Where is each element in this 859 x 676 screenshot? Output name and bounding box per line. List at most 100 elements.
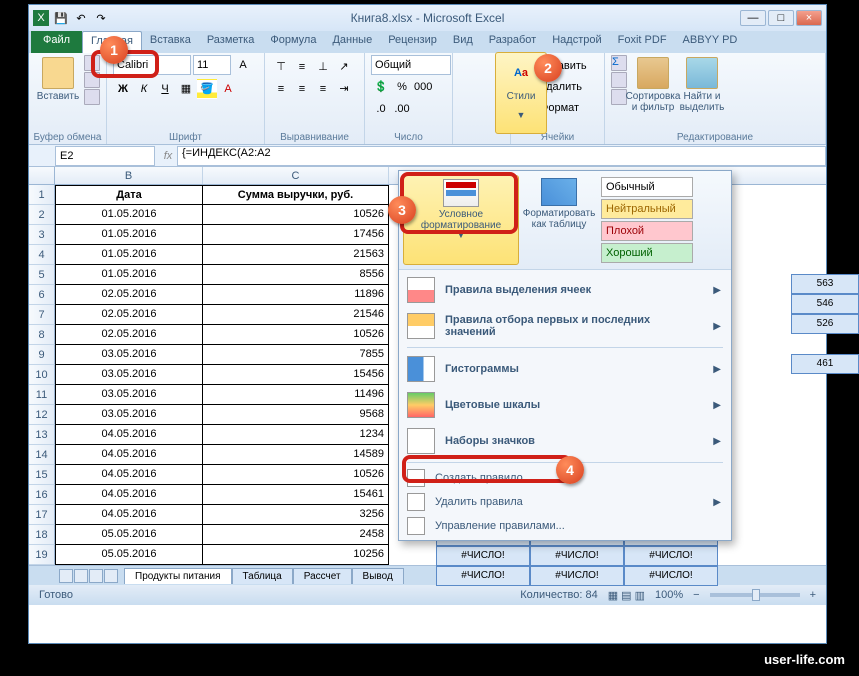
bold-button[interactable]: Ж xyxy=(113,79,133,99)
sheet-tab[interactable]: Таблица xyxy=(232,568,293,584)
menu-manage-rules[interactable]: Управление правилами... xyxy=(401,514,729,538)
data-cell[interactable]: 10526 xyxy=(203,205,389,225)
data-cell[interactable]: 15456 xyxy=(203,365,389,385)
tab-addins[interactable]: Надстрой xyxy=(544,31,609,53)
tab-insert[interactable]: Вставка xyxy=(142,31,199,53)
row-header[interactable]: 6 xyxy=(29,285,55,305)
row-header[interactable]: 13 xyxy=(29,425,55,445)
file-tab[interactable]: Файл xyxy=(31,31,82,53)
tab-foxit[interactable]: Foxit PDF xyxy=(610,31,675,53)
formula-bar[interactable]: {=ИНДЕКС(A2:A2 xyxy=(177,146,826,166)
style-bad[interactable]: Плохой xyxy=(601,221,693,241)
zoom-thumb[interactable] xyxy=(752,589,760,601)
view-buttons[interactable]: ▦ ▤ ▥ xyxy=(608,589,645,602)
decrease-decimal-icon[interactable]: .00 xyxy=(392,99,412,119)
menu-icon-sets[interactable]: Наборы значков▶ xyxy=(401,423,729,459)
row-header[interactable]: 2 xyxy=(29,205,55,225)
sheet-nav-next[interactable] xyxy=(89,569,103,583)
data-cell[interactable]: 10526 xyxy=(203,325,389,345)
data-cell[interactable]: 05.05.2016 xyxy=(55,525,203,545)
data-cell[interactable]: 14589 xyxy=(203,445,389,465)
fill-icon[interactable] xyxy=(611,72,627,88)
format-as-table-button[interactable]: Форматировать как таблицу xyxy=(523,175,595,265)
minimize-button[interactable]: — xyxy=(740,10,766,26)
data-cell[interactable]: 04.05.2016 xyxy=(55,465,203,485)
sheet-tab[interactable]: Рассчет xyxy=(293,568,352,584)
font-color-button[interactable]: A xyxy=(218,79,238,99)
data-cell[interactable]: 21563 xyxy=(203,245,389,265)
data-cell[interactable]: 01.05.2016 xyxy=(55,205,203,225)
fx-icon[interactable]: fx xyxy=(159,150,177,162)
row-header[interactable]: 18 xyxy=(29,525,55,545)
data-cell[interactable]: 10256 xyxy=(203,545,389,565)
fill-color-button[interactable]: 🪣 xyxy=(197,79,217,99)
zoom-in-button[interactable]: + xyxy=(810,589,816,601)
data-cell[interactable]: 02.05.2016 xyxy=(55,305,203,325)
col-header-C[interactable]: C xyxy=(203,167,389,184)
data-cell[interactable]: 04.05.2016 xyxy=(55,505,203,525)
font-size-combo[interactable] xyxy=(193,55,231,75)
data-cell[interactable]: 1234 xyxy=(203,425,389,445)
row-header[interactable]: 3 xyxy=(29,225,55,245)
row-header[interactable]: 5 xyxy=(29,265,55,285)
data-cell[interactable]: 01.05.2016 xyxy=(55,265,203,285)
select-all-corner[interactable] xyxy=(29,167,55,184)
increase-decimal-icon[interactable]: .0 xyxy=(371,99,391,119)
underline-button[interactable]: Ч xyxy=(155,79,175,99)
header-cell[interactable]: Дата xyxy=(55,185,203,205)
row-header[interactable]: 17 xyxy=(29,505,55,525)
style-good[interactable]: Хороший xyxy=(601,243,693,263)
data-cell[interactable]: 10526 xyxy=(203,465,389,485)
data-cell[interactable]: 01.05.2016 xyxy=(55,225,203,245)
copy-icon[interactable] xyxy=(84,72,100,88)
sheet-nav-first[interactable] xyxy=(59,569,73,583)
data-cell[interactable]: 02.05.2016 xyxy=(55,325,203,345)
menu-data-bars[interactable]: Гистограммы▶ xyxy=(401,351,729,387)
undo-icon[interactable]: ↶ xyxy=(73,10,89,26)
data-cell[interactable]: 15461 xyxy=(203,485,389,505)
menu-highlight-rules[interactable]: Правила выделения ячеек▶ xyxy=(401,272,729,308)
number-format-combo[interactable] xyxy=(371,55,451,75)
increase-font-icon[interactable]: A xyxy=(233,55,253,75)
tab-layout[interactable]: Разметка xyxy=(199,31,263,53)
data-cell[interactable]: 02.05.2016 xyxy=(55,285,203,305)
row-header[interactable]: 9 xyxy=(29,345,55,365)
data-cell[interactable]: 8556 xyxy=(203,265,389,285)
currency-icon[interactable]: 💲 xyxy=(371,77,391,97)
data-cell[interactable]: 03.05.2016 xyxy=(55,365,203,385)
data-cell[interactable]: 2458 xyxy=(203,525,389,545)
data-cell[interactable]: 17456 xyxy=(203,225,389,245)
tab-formulas[interactable]: Формула xyxy=(262,31,324,53)
data-cell[interactable]: 04.05.2016 xyxy=(55,425,203,445)
sheet-nav-prev[interactable] xyxy=(74,569,88,583)
data-cell[interactable]: 11896 xyxy=(203,285,389,305)
data-cell[interactable]: 03.05.2016 xyxy=(55,405,203,425)
row-header[interactable]: 8 xyxy=(29,325,55,345)
orientation-icon[interactable]: ↗ xyxy=(334,57,354,77)
row-header[interactable]: 19 xyxy=(29,545,55,565)
save-icon[interactable]: 💾 xyxy=(53,10,69,26)
tab-data[interactable]: Данные xyxy=(324,31,380,53)
sheet-tab[interactable]: Вывод xyxy=(352,568,404,584)
align-top-icon[interactable]: ⊤ xyxy=(271,57,291,77)
data-cell[interactable]: 05.05.2016 xyxy=(55,545,203,565)
conditional-formatting-button[interactable]: Условное форматирование ▼ xyxy=(403,175,519,265)
header-cell[interactable]: Сумма выручки, руб. xyxy=(203,185,389,205)
data-cell[interactable]: 01.05.2016 xyxy=(55,245,203,265)
sheet-tab-active[interactable]: Продукты питания xyxy=(124,568,232,584)
indent-icon[interactable]: ⇥ xyxy=(334,79,354,99)
data-cell[interactable]: 21546 xyxy=(203,305,389,325)
zoom-out-button[interactable]: − xyxy=(693,589,699,601)
data-cell[interactable]: 7855 xyxy=(203,345,389,365)
paste-button[interactable]: Вставить xyxy=(35,55,81,102)
maximize-button[interactable]: □ xyxy=(768,10,794,26)
format-painter-icon[interactable] xyxy=(84,89,100,105)
row-header[interactable]: 10 xyxy=(29,365,55,385)
data-cell[interactable]: 04.05.2016 xyxy=(55,485,203,505)
italic-button[interactable]: К xyxy=(134,79,154,99)
sheet-nav-last[interactable] xyxy=(104,569,118,583)
menu-clear-rules[interactable]: Удалить правила▶ xyxy=(401,490,729,514)
cut-icon[interactable] xyxy=(84,55,100,71)
zoom-slider[interactable] xyxy=(710,593,800,597)
data-cell[interactable]: 11496 xyxy=(203,385,389,405)
